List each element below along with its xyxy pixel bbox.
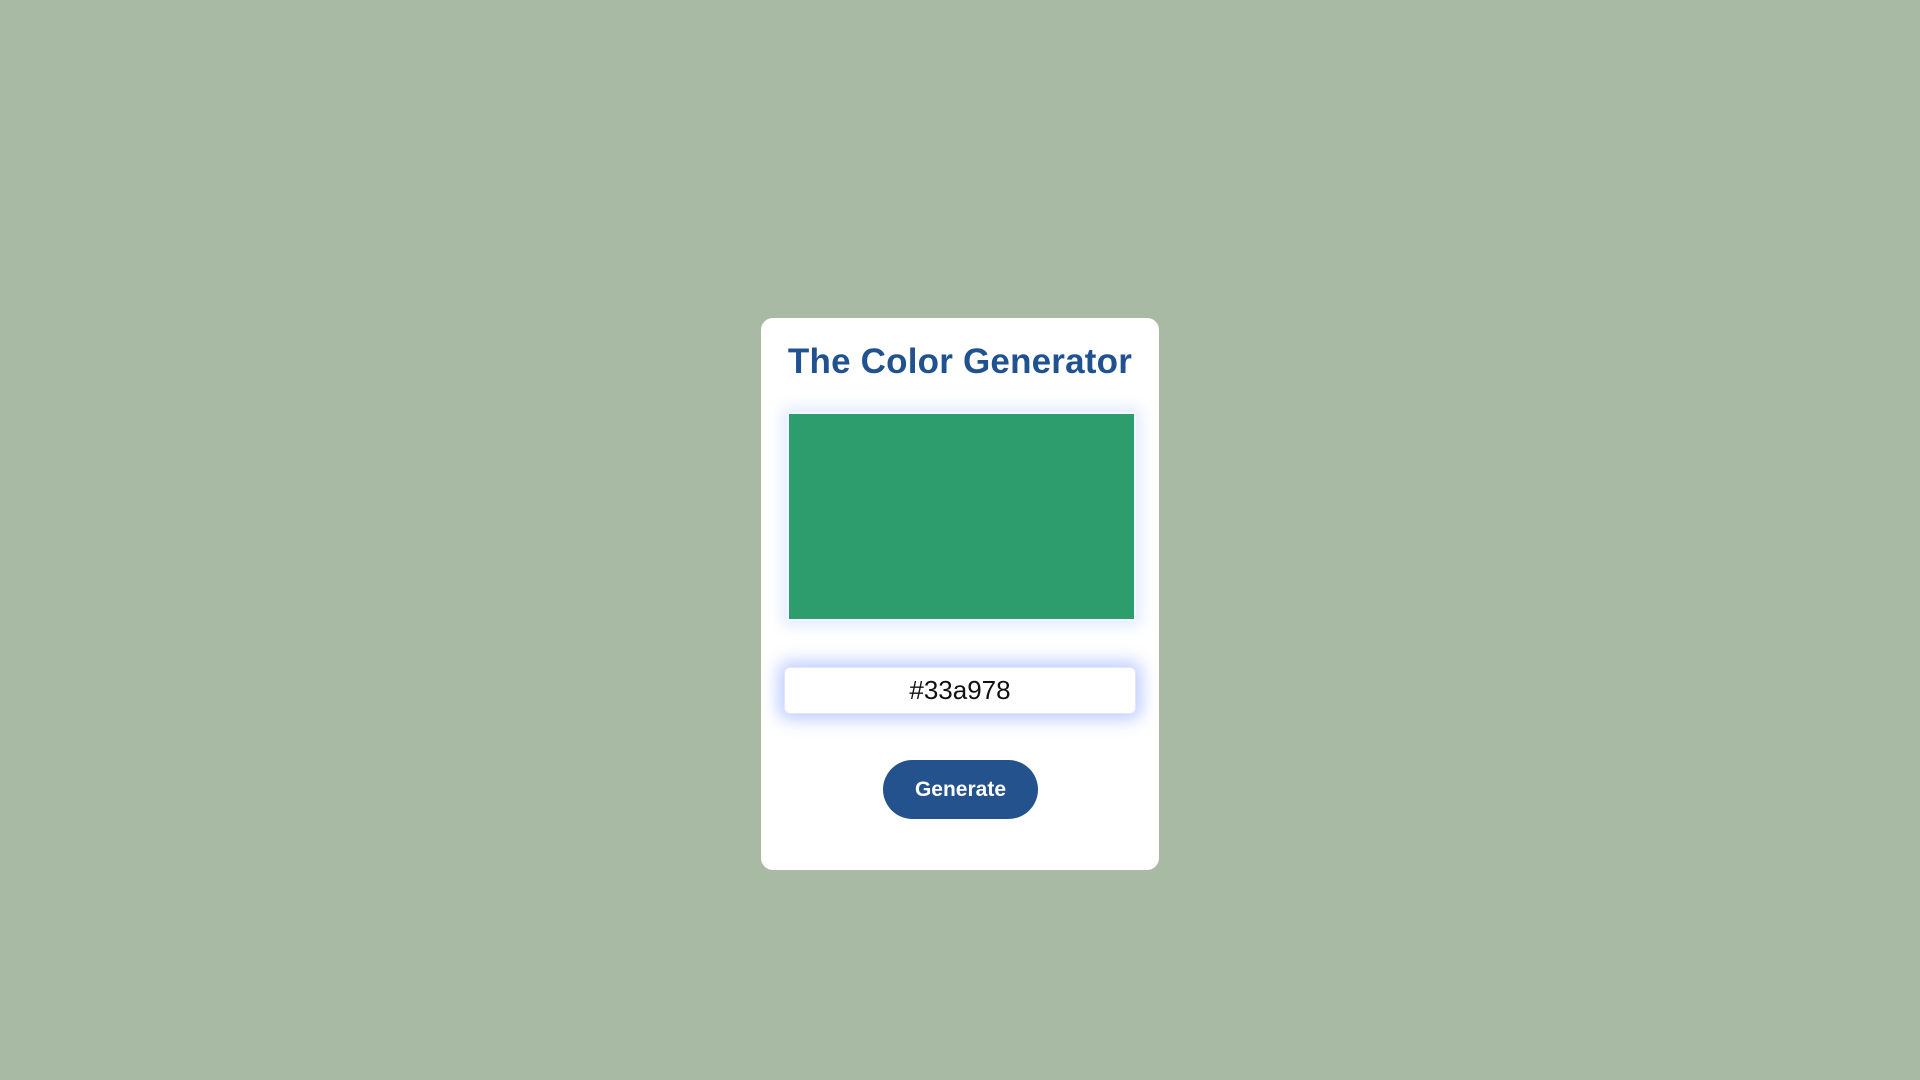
- hex-color-input[interactable]: [784, 667, 1136, 714]
- page-title: The Color Generator: [787, 342, 1133, 381]
- generate-button[interactable]: Generate: [883, 760, 1038, 819]
- color-generator-card: The Color Generator Generate: [761, 318, 1159, 870]
- color-swatch: [787, 412, 1136, 621]
